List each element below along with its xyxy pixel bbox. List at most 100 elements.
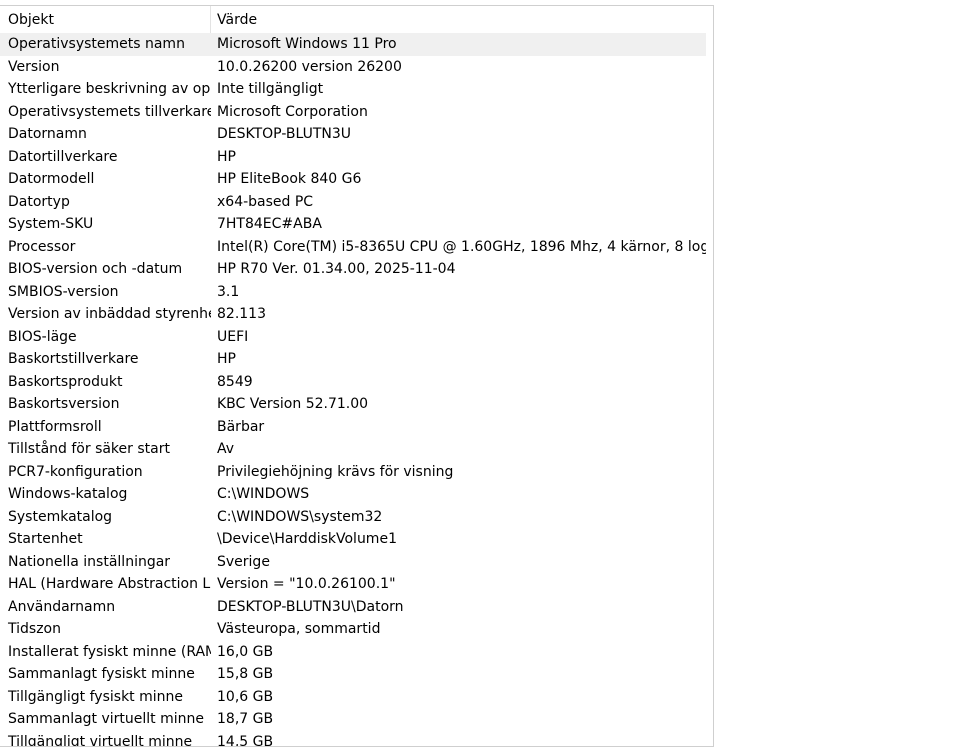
table-row[interactable]: System-SKU 7HT84EC#ABA <box>0 213 713 236</box>
row-varde: Microsoft Windows 11 Pro <box>211 33 706 56</box>
table-row[interactable]: BIOS-läge UEFI <box>0 326 713 349</box>
row-varde: Bärbar <box>217 418 265 435</box>
list-rows: Operativsystemets namn Microsoft Windows … <box>0 33 713 747</box>
table-row[interactable]: Baskortsversion KBC Version 52.71.00 <box>0 393 713 416</box>
row-varde: 3.1 <box>217 283 240 300</box>
row-varde: DESKTOP-BLUTN3U\Datorn <box>217 598 404 615</box>
row-objekt: System-SKU <box>8 216 94 232</box>
row-varde: 82.113 <box>217 306 266 322</box>
table-row[interactable]: Version 10.0.26200 version 26200 <box>0 56 713 79</box>
row-varde: HP <box>217 351 236 367</box>
table-row[interactable]: Operativsystemets namn Microsoft Windows … <box>0 33 713 56</box>
row-objekt: Användarnamn <box>8 598 116 615</box>
table-row[interactable]: Plattformsroll Bärbar <box>0 416 713 439</box>
row-objekt: Plattformsroll <box>8 418 102 435</box>
table-row[interactable]: Installerat fysiskt minne (RAM) 16,0 GB <box>0 641 713 664</box>
row-objekt: Operativsystemets tillverkare <box>8 103 211 120</box>
row-varde: Västeuropa, sommartid <box>217 621 381 637</box>
row-varde: Intel(R) Core(TM) i5-8365U CPU @ 1.60GHz… <box>217 238 706 255</box>
row-objekt: Processor <box>8 238 76 255</box>
table-row[interactable]: Tillgängligt virtuellt minne 14,5 GB <box>0 731 713 747</box>
row-varde: C:\WINDOWS\system32 <box>217 508 383 525</box>
system-summary-list[interactable]: Objekt Värde Operativsystemets namn Micro… <box>0 6 714 747</box>
row-objekt: Sammanlagt fysiskt minne <box>8 666 195 682</box>
table-row[interactable]: Tillgängligt fysiskt minne 10,6 GB <box>0 686 713 709</box>
table-row[interactable]: PCR7-konfiguration Privilegiehöjning kräv… <box>0 461 713 484</box>
row-objekt: Systemkatalog <box>8 508 113 525</box>
table-row[interactable]: Systemkatalog C:\WINDOWS\system32 <box>0 506 713 529</box>
row-objekt: Tillgängligt fysiskt minne <box>8 688 183 705</box>
table-row[interactable]: Baskortstillverkare HP <box>0 348 713 371</box>
table-row[interactable]: Datornamn DESKTOP-BLUTN3U <box>0 123 713 146</box>
table-row[interactable]: Nationella inställningar Sverige <box>0 551 713 574</box>
row-objekt: Baskortsprodukt <box>8 373 123 390</box>
table-row[interactable]: Ytterligare beskrivning av ope... Inte ti… <box>0 78 713 101</box>
row-objekt: Datornamn <box>8 126 87 142</box>
row-objekt: Datortillverkare <box>8 148 118 165</box>
table-row[interactable]: HAL (Hardware Abstraction La... Version =… <box>0 573 713 596</box>
row-objekt: Installerat fysiskt minne (RAM) <box>8 643 211 660</box>
row-varde: Inte tillgängligt <box>217 81 324 97</box>
row-objekt: BIOS-läge <box>8 328 77 345</box>
table-row[interactable]: Datortillverkare HP <box>0 146 713 169</box>
row-varde: Privilegiehöjning krävs för visning <box>217 463 454 480</box>
row-objekt: SMBIOS-version <box>8 283 119 300</box>
row-objekt: Ytterligare beskrivning av ope... <box>8 81 211 97</box>
row-varde: HP EliteBook 840 G6 <box>217 171 362 187</box>
row-varde: 8549 <box>217 373 253 390</box>
row-varde: HP <box>217 148 236 165</box>
row-varde: Microsoft Corporation <box>217 103 368 120</box>
row-objekt: Version <box>8 58 60 75</box>
column-header-varde[interactable]: Värde <box>211 6 713 33</box>
row-varde: KBC Version 52.71.00 <box>217 396 369 412</box>
table-row[interactable]: Datortyp x64-based PC <box>0 191 713 214</box>
row-varde: UEFI <box>217 328 249 345</box>
table-row[interactable]: Version av inbäddad styrenhet 82.113 <box>0 303 713 326</box>
table-row[interactable]: Startenhet \Device\HarddiskVolume1 <box>0 528 713 551</box>
row-varde: 10,6 GB <box>217 688 274 705</box>
row-varde: Version = "10.0.26100.1" <box>217 576 396 592</box>
row-objekt: Datortyp <box>8 193 70 210</box>
table-row[interactable]: Windows-katalog C:\WINDOWS <box>0 483 713 506</box>
row-objekt: Baskortsversion <box>8 396 120 412</box>
row-varde: x64-based PC <box>217 193 314 210</box>
row-varde: Sverige <box>217 553 270 570</box>
table-row[interactable]: Användarnamn DESKTOP-BLUTN3U\Datorn <box>0 596 713 619</box>
row-objekt: Tillstånd för säker start <box>8 441 170 457</box>
row-varde: 7HT84EC#ABA <box>217 216 322 232</box>
list-header: Objekt Värde <box>0 6 713 33</box>
row-objekt: Windows-katalog <box>8 486 128 502</box>
table-row[interactable]: BIOS-version och -datum HP R70 Ver. 01.34… <box>0 258 713 281</box>
row-varde: C:\WINDOWS <box>217 486 310 502</box>
row-objekt: Tillgängligt virtuellt minne <box>8 733 193 747</box>
table-row[interactable]: Processor Intel(R) Core(TM) i5-8365U CPU … <box>0 236 713 259</box>
row-objekt: Operativsystemets namn <box>0 33 211 56</box>
row-varde: 15,8 GB <box>217 666 274 682</box>
row-varde: DESKTOP-BLUTN3U <box>217 126 351 142</box>
row-varde: 16,0 GB <box>217 643 274 660</box>
table-row[interactable]: Baskortsprodukt 8549 <box>0 371 713 394</box>
table-row[interactable]: Sammanlagt virtuellt minne 18,7 GB <box>0 708 713 731</box>
row-varde: Av <box>217 441 235 457</box>
row-objekt: Nationella inställningar <box>8 553 171 570</box>
row-varde: 14,5 GB <box>217 733 274 747</box>
column-header-objekt[interactable]: Objekt <box>0 6 211 33</box>
row-objekt: Startenhet <box>8 531 83 547</box>
table-row[interactable]: Tidszon Västeuropa, sommartid <box>0 618 713 641</box>
row-objekt: BIOS-version och -datum <box>8 261 183 277</box>
table-row[interactable]: SMBIOS-version 3.1 <box>0 281 713 304</box>
row-objekt: Sammanlagt virtuellt minne <box>8 711 204 727</box>
row-objekt: Version av inbäddad styrenhet <box>8 306 211 322</box>
row-varde: HP R70 Ver. 01.34.00, 2025-11-04 <box>217 261 456 277</box>
row-varde: \Device\HarddiskVolume1 <box>217 531 397 547</box>
row-objekt: Baskortstillverkare <box>8 351 139 367</box>
row-objekt: Datormodell <box>8 171 95 187</box>
table-row[interactable]: Tillstånd för säker start Av <box>0 438 713 461</box>
table-row[interactable]: Sammanlagt fysiskt minne 15,8 GB <box>0 663 713 686</box>
row-varde: 10.0.26200 version 26200 <box>217 58 402 75</box>
row-objekt: PCR7-konfiguration <box>8 463 143 480</box>
row-objekt: Tidszon <box>8 621 61 637</box>
row-objekt: HAL (Hardware Abstraction La... <box>8 576 211 592</box>
table-row[interactable]: Datormodell HP EliteBook 840 G6 <box>0 168 713 191</box>
table-row[interactable]: Operativsystemets tillverkare Microsoft C… <box>0 101 713 124</box>
